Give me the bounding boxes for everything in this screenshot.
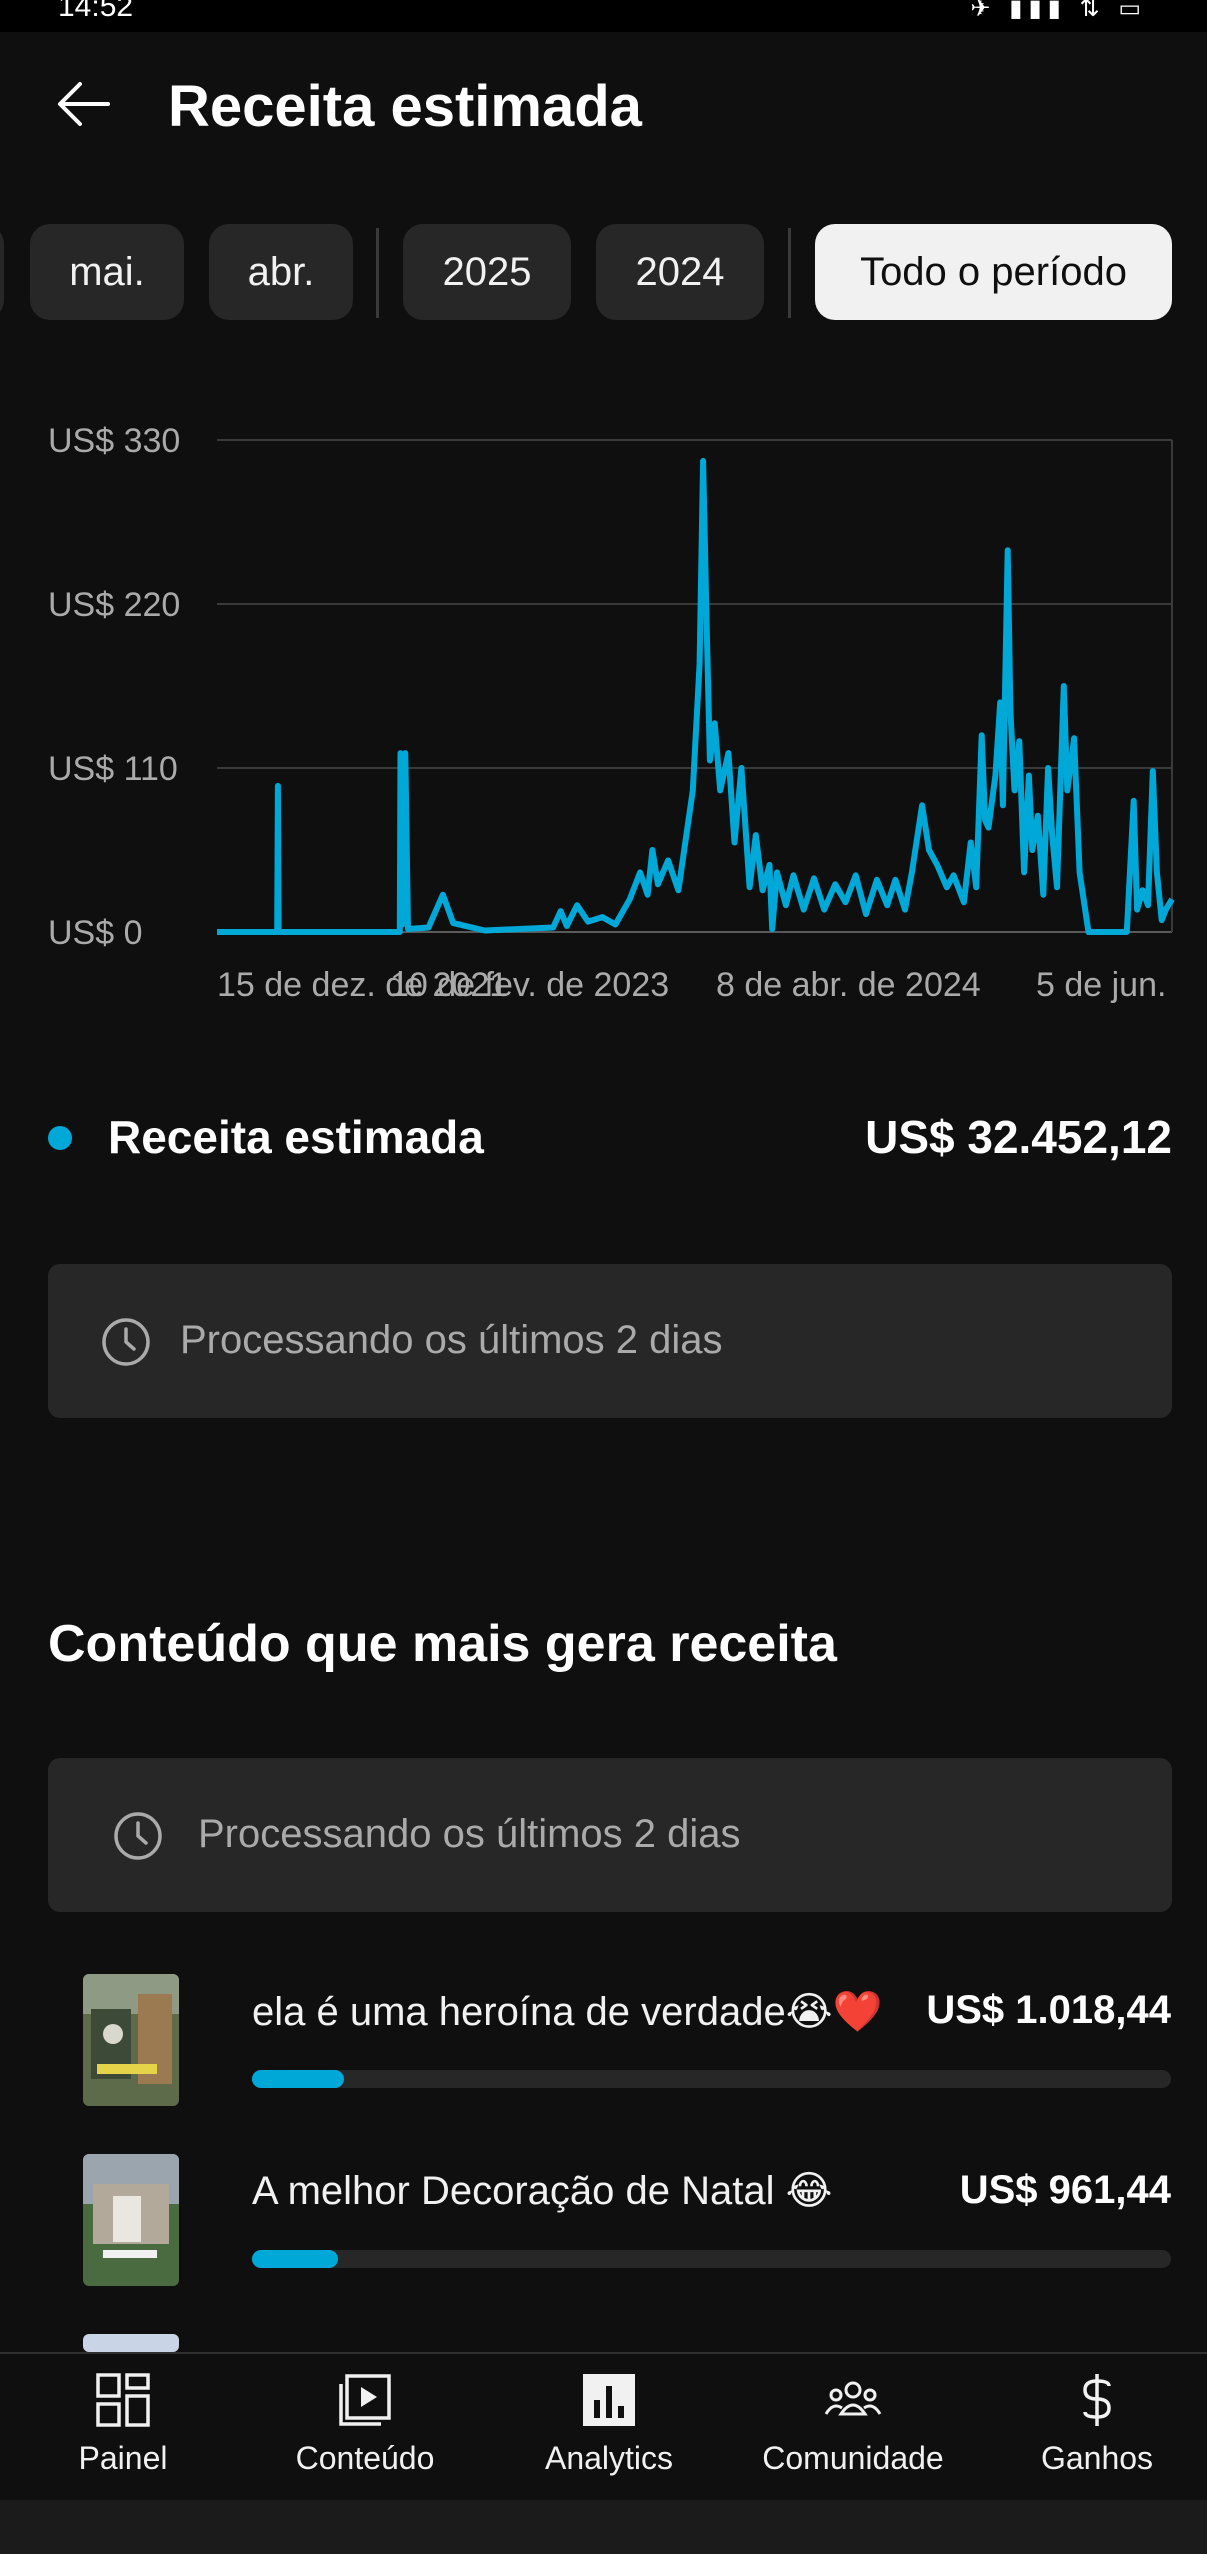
page-title: Receita estimada xyxy=(168,74,642,139)
video-title: ela é uma heroína de verdade😭❤️ xyxy=(252,1990,883,2034)
chip-partial[interactable] xyxy=(0,224,4,320)
x-tick-label: 8 de abr. de 2024 xyxy=(716,966,981,1004)
processing-text: Processando os últimos 2 dias xyxy=(180,1318,723,1362)
y-tick-label: US$ 110 xyxy=(48,750,178,788)
nav-analytics[interactable]: Analytics xyxy=(489,2370,729,2490)
nav-community[interactable]: Comunidade xyxy=(733,2370,973,2490)
revenue-share-fill xyxy=(252,2070,344,2088)
community-icon xyxy=(824,2381,882,2416)
video-thumbnail-partial xyxy=(83,2334,179,2352)
arrow-left-icon[interactable] xyxy=(52,72,116,136)
top-bar: Receita estimada xyxy=(0,32,1207,182)
nav-label: Analytics xyxy=(544,2440,674,2476)
revenue-share-fill xyxy=(252,2250,339,2268)
x-tick-label: 10 de fev. de 2023 xyxy=(390,966,669,1004)
chip-may[interactable]: mai. xyxy=(30,224,184,320)
analytics-icon xyxy=(583,2374,635,2426)
nav-earnings[interactable]: Ganhos xyxy=(977,2370,1207,2490)
status-time: 14:52 xyxy=(58,0,134,23)
total-revenue: US$ 32.452,12 xyxy=(865,1111,1172,1163)
chip-divider xyxy=(788,228,791,318)
x-tick-label: 5 de jun. xyxy=(1036,966,1166,1004)
nav-dashboard[interactable]: Painel xyxy=(3,2370,243,2490)
revenue-chart: US$ 330 US$ 220 US$ 110 US$ 0 15 de dez. de… xyxy=(0,400,1207,1020)
y-tick-label: US$ 220 xyxy=(48,586,180,624)
chip-divider xyxy=(376,228,379,318)
chip-all-time[interactable]: Todo o período xyxy=(815,224,1172,320)
section-title: Conteúdo que mais gera receita xyxy=(48,1615,837,1673)
revenue-share-bar xyxy=(252,2070,1171,2088)
nav-label: Comunidade xyxy=(762,2440,944,2476)
content-row[interactable]: A melhor Decoração de Natal 😂 US$ 961,44 xyxy=(0,2154,1207,2294)
nav-label: Painel xyxy=(78,2440,168,2476)
revenue-share-bar xyxy=(252,2250,1171,2268)
video-thumbnail xyxy=(83,1974,179,2106)
status-bar: 14:52 ✈ ▮▮▮ ⇅ ▭ xyxy=(0,0,1207,32)
chip-2025[interactable]: 2025 xyxy=(403,224,571,320)
video-title: A melhor Decoração de Natal 😂 xyxy=(252,2169,833,2213)
status-icons: ✈ ▮▮▮ ⇅ ▭ xyxy=(970,0,1147,22)
video-thumbnail xyxy=(83,2154,179,2286)
chip-april[interactable]: abr. xyxy=(209,224,353,320)
revenue-line-chart: US$ 330US$ 220US$ 110US$ 0 15 de dez. de… xyxy=(48,422,1175,1004)
y-tick-label: US$ 0 xyxy=(48,914,143,952)
system-navigation-bar xyxy=(0,2500,1207,2554)
revenue-series-line xyxy=(217,457,1175,935)
bottom-navigation: Painel Conteúdo Analytics Comunidade Gan… xyxy=(0,2352,1207,2502)
video-revenue: US$ 1.018,44 xyxy=(926,1988,1171,2032)
dashboard-icon xyxy=(96,2373,150,2427)
nav-label: Ganhos xyxy=(1040,2440,1154,2476)
processing-notice: Processando os últimos 2 dias xyxy=(48,1264,1172,1418)
video-revenue: US$ 961,44 xyxy=(959,2168,1171,2212)
content-row[interactable]: ela é uma heroína de verdade😭❤️ US$ 1.01… xyxy=(0,1974,1207,2114)
legend-dot xyxy=(48,1126,72,1150)
processing-text: Processando os últimos 2 dias xyxy=(198,1812,741,1856)
content-icon xyxy=(339,2374,391,2426)
clock-icon xyxy=(102,1318,150,1366)
nav-label: Conteúdo xyxy=(295,2440,435,2476)
chip-2024[interactable]: 2024 xyxy=(596,224,764,320)
chart-legend: Receita estimada US$ 32.452,12 xyxy=(48,1098,1172,1178)
processing-notice: Processando os últimos 2 dias xyxy=(48,1758,1172,1912)
legend-label: Receita estimada xyxy=(108,1111,484,1163)
period-filter-chips: mai. abr. 2025 2024 Todo o período xyxy=(0,224,1207,324)
nav-content[interactable]: Conteúdo xyxy=(245,2370,485,2490)
dollar-icon xyxy=(1083,2374,1111,2426)
clock-icon xyxy=(114,1812,162,1860)
y-tick-label: US$ 330 xyxy=(48,422,180,460)
